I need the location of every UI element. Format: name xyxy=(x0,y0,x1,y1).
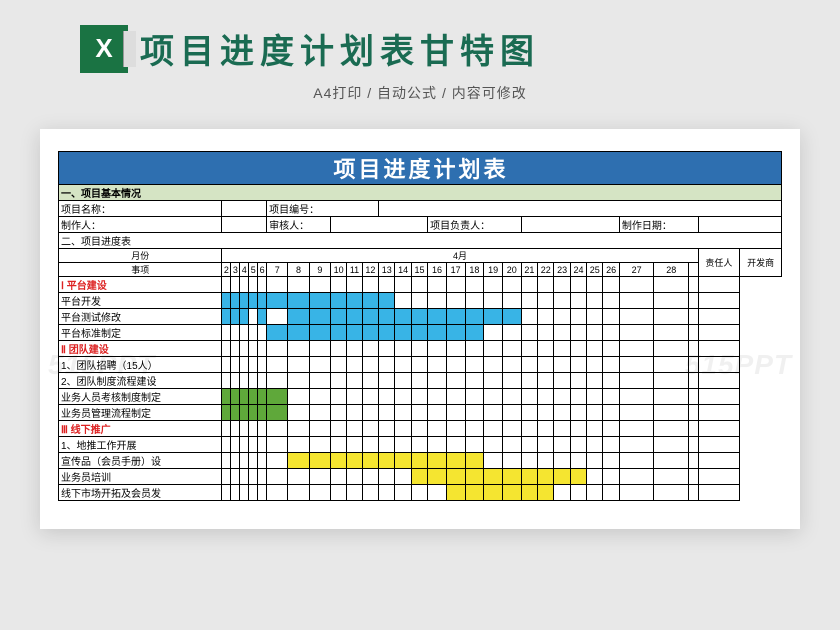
day-cell: 15 xyxy=(411,263,427,277)
day-cell: 14 xyxy=(395,263,411,277)
table-row: 1、团队招聘（15人） xyxy=(59,357,782,373)
value-maker xyxy=(222,217,267,233)
table-row: 宣传品（会员手册）设 xyxy=(59,453,782,469)
sheet-banner: 项目进度计划表 xyxy=(59,152,782,185)
day-cell: 26 xyxy=(603,263,619,277)
day-header-row: 事项 2 3 4 5 6 7 8 9 10 11 12 13 14 15 16 … xyxy=(59,263,782,277)
task-label: 1、地推工作开展 xyxy=(59,437,222,453)
day-cell: 25 xyxy=(587,263,603,277)
day-cell: 19 xyxy=(484,263,503,277)
group-offline: Ⅲ 线下推广 xyxy=(59,421,222,437)
day-cell: 9 xyxy=(309,263,330,277)
label-leader: 项目负责人： xyxy=(428,217,522,233)
day-cell: 7 xyxy=(267,263,288,277)
developer-header: 开发商 xyxy=(740,249,782,277)
responsible-header: 责任人 xyxy=(698,249,740,277)
excel-icon xyxy=(80,25,128,73)
label-date: 制作日期： xyxy=(619,217,698,233)
day-cell: 6 xyxy=(258,263,267,277)
day-cell: 4 xyxy=(240,263,249,277)
day-cell: 5 xyxy=(249,263,258,277)
day-cell: 2 xyxy=(222,263,231,277)
table-row: 平台开发 xyxy=(59,293,782,309)
page-header: 项目进度计划表甘特图 xyxy=(0,0,840,79)
task-label: 平台开发 xyxy=(59,293,222,309)
task-label: 宣传品（会员手册）设 xyxy=(59,453,222,469)
table-row: 平台测试修改 xyxy=(59,309,782,325)
day-cell: 13 xyxy=(379,263,395,277)
label-reviewer: 审核人： xyxy=(267,217,331,233)
value-reviewer xyxy=(330,217,427,233)
section-schedule: 二、项目进度表 xyxy=(59,233,782,249)
day-cell: 22 xyxy=(538,263,554,277)
task-label: 业务人员考核制度制定 xyxy=(59,389,222,405)
day-cell: 27 xyxy=(619,263,654,277)
table-row: Ⅲ 线下推广 xyxy=(59,421,782,437)
day-cell: 16 xyxy=(428,263,447,277)
label-project-code: 项目编号： xyxy=(267,201,379,217)
spreadsheet-preview: 515PPT 515PPT 项目进度计划表 一、项目基本情况 项目名称： 项目编… xyxy=(40,129,800,529)
table-row: 业务人员考核制度制定 xyxy=(59,389,782,405)
item-label: 事项 xyxy=(59,263,222,277)
gantt-table: 项目进度计划表 一、项目基本情况 项目名称： 项目编号： 制作人： 审核人： 项… xyxy=(58,151,782,501)
page-title: 项目进度计划表甘特图 xyxy=(140,24,540,73)
table-row: 线下市场开拓及会员发 xyxy=(59,485,782,501)
value-leader xyxy=(521,217,619,233)
month-value: 4月 xyxy=(222,249,698,263)
task-label: 线下市场开拓及会员发 xyxy=(59,485,222,501)
day-cell: 28 xyxy=(654,263,689,277)
day-cell: 23 xyxy=(554,263,570,277)
table-row: Ⅱ 团队建设 xyxy=(59,341,782,357)
label-maker: 制作人： xyxy=(59,217,222,233)
task-label: 业务员培训 xyxy=(59,469,222,485)
day-cell: 21 xyxy=(521,263,537,277)
day-cell: 10 xyxy=(330,263,346,277)
table-row: 业务员管理流程制定 xyxy=(59,405,782,421)
day-cell: 11 xyxy=(347,263,362,277)
day-cell: 12 xyxy=(362,263,378,277)
day-cell xyxy=(689,263,698,277)
label-project-name: 项目名称： xyxy=(59,201,222,217)
day-cell: 20 xyxy=(502,263,521,277)
task-label: 2、团队制度流程建设 xyxy=(59,373,222,389)
day-cell: 3 xyxy=(231,263,240,277)
table-row: 业务员培训 xyxy=(59,469,782,485)
table-row: Ⅰ 平台建设 xyxy=(59,277,782,293)
value-date xyxy=(698,217,781,233)
task-label: 平台标准制定 xyxy=(59,325,222,341)
group-team: Ⅱ 团队建设 xyxy=(59,341,222,357)
section-basic-info: 一、项目基本情况 xyxy=(59,185,782,201)
task-label: 业务员管理流程制定 xyxy=(59,405,222,421)
table-row: 2、团队制度流程建设 xyxy=(59,373,782,389)
day-cell: 8 xyxy=(288,263,309,277)
day-cell: 18 xyxy=(465,263,484,277)
task-label: 1、团队招聘（15人） xyxy=(59,357,222,373)
value-project-name xyxy=(222,201,267,217)
value-project-code xyxy=(379,201,782,217)
task-label: 平台测试修改 xyxy=(59,309,222,325)
group-platform: Ⅰ 平台建设 xyxy=(59,277,222,293)
table-row: 1、地推工作开展 xyxy=(59,437,782,453)
table-row: 平台标准制定 xyxy=(59,325,782,341)
day-cell: 17 xyxy=(446,263,465,277)
page-subtitle: A4打印 / 自动公式 / 内容可修改 xyxy=(0,83,840,103)
day-cell: 24 xyxy=(570,263,586,277)
month-label: 月份 xyxy=(59,249,222,263)
